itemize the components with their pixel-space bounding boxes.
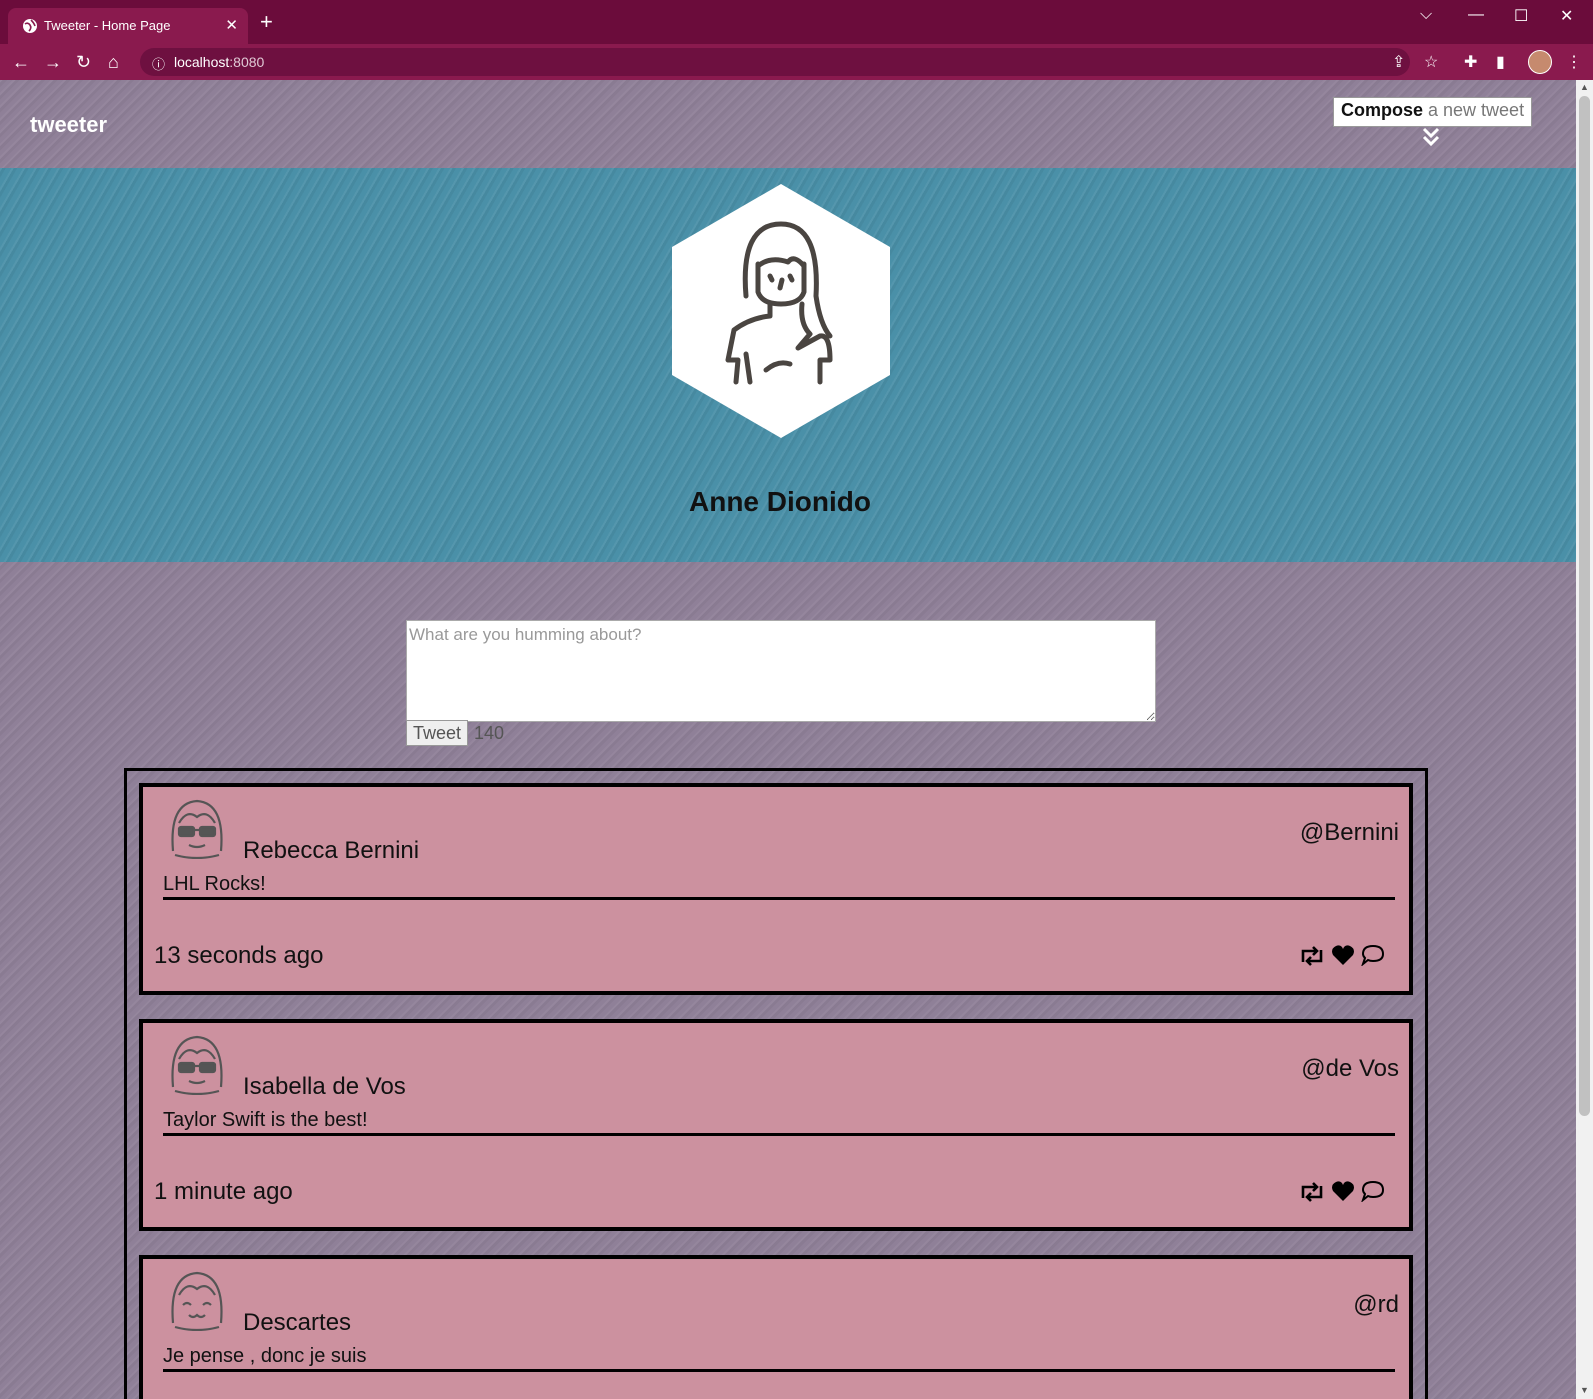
address-bar[interactable]: ⓘ localhost:8080 [140, 48, 1410, 76]
tweet-text-input[interactable] [406, 620, 1156, 722]
tweet-divider [163, 897, 1395, 900]
profile-avatar-hexagon [672, 184, 890, 438]
heart-icon[interactable] [1331, 1180, 1355, 1202]
tweet-timestamp: 1 minute ago [154, 1178, 293, 1205]
tab-search-icon[interactable]: ⌵ [1420, 6, 1432, 24]
forward-arrow-icon[interactable]: → [44, 52, 62, 72]
scroll-down-arrow-icon[interactable]: ▼ [1580, 1385, 1589, 1395]
smiling-girl-icon [171, 1271, 223, 1331]
maximize-icon[interactable]: ☐ [1514, 6, 1528, 26]
scrollbar-thumb[interactable] [1579, 96, 1590, 1116]
retweet-icon[interactable] [1299, 946, 1325, 966]
compose-label-rest: a new tweet [1423, 100, 1525, 120]
tweet-author-handle: @Bernini [1299, 819, 1399, 846]
tweet-divider [163, 1369, 1395, 1372]
tweet-card: Rebecca Bernini @Bernini LHL Rocks! 13 s… [139, 783, 1413, 995]
share-icon[interactable]: ⇪ [1392, 52, 1405, 72]
tweet-content: LHL Rocks! [163, 873, 266, 895]
comment-bubble-icon[interactable] [1361, 944, 1385, 966]
bookmark-star-icon[interactable]: ☆ [1424, 52, 1438, 72]
browser-tab-strip: Tweeter - Home Page ✕ + ⌵ — ☐ ✕ [0, 0, 1593, 44]
compose-button[interactable]: Compose a new tweet [1333, 97, 1533, 127]
profile-name: Anne Dionido [689, 486, 871, 517]
sunglasses-girl-icon [171, 799, 223, 859]
tweet-actions [1299, 1180, 1389, 1204]
page-content: tweeter Compose a new tweet Anne Dionido… [0, 80, 1576, 1399]
tweet-author-handle: @rd [1353, 1291, 1399, 1318]
profile-avatar-icon[interactable] [1528, 50, 1552, 74]
tweet-author-name: Descartes [243, 1309, 352, 1336]
tab-title: Tweeter - Home Page [44, 18, 171, 33]
side-panel-icon[interactable]: ▮ [1496, 52, 1505, 72]
comment-bubble-icon[interactable] [1361, 1180, 1385, 1202]
sunglasses-girl-icon [171, 1035, 223, 1095]
heart-icon[interactable] [1331, 944, 1355, 966]
retweet-icon[interactable] [1299, 1182, 1325, 1202]
tweet-timestamp: 13 seconds ago [154, 942, 324, 969]
tweet-content: Je pense , donc je suis [163, 1345, 367, 1367]
tweet-divider [163, 1133, 1395, 1136]
close-tab-icon[interactable]: ✕ [225, 16, 238, 34]
scroll-up-arrow-icon[interactable]: ▲ [1580, 82, 1589, 92]
tweet-card: Descartes @rd Je pense , donc je suis [139, 1255, 1413, 1399]
reload-icon[interactable]: ↻ [76, 52, 91, 72]
back-arrow-icon[interactable]: ← [12, 52, 30, 72]
brand-logo[interactable]: tweeter [30, 112, 107, 138]
tweet-author-name: Isabella de Vos [243, 1073, 406, 1100]
new-tab-button[interactable]: + [260, 11, 273, 33]
browser-toolbar: ← → ↻ ⌂ ⓘ localhost:8080 ⇪ ☆ ✚ ▮ ⋮ [0, 44, 1593, 80]
double-chevron-down-icon[interactable] [1421, 126, 1441, 148]
site-info-icon[interactable]: ⓘ [152, 54, 165, 73]
compose-label-bold: Compose [1341, 100, 1424, 120]
home-icon[interactable]: ⌂ [108, 52, 119, 72]
tweet-author-name: Rebecca Bernini [243, 837, 420, 864]
tweet-card: Isabella de Vos @de Vos Taylor Swift is … [139, 1019, 1413, 1231]
profile-header: Anne Dionido [0, 168, 1576, 562]
window-close-icon[interactable]: ✕ [1560, 6, 1573, 26]
minimize-icon[interactable]: — [1468, 6, 1484, 24]
menu-kebab-icon[interactable]: ⋮ [1566, 52, 1582, 72]
browser-tab[interactable]: Tweeter - Home Page ✕ [8, 8, 248, 44]
tweet-actions [1299, 944, 1389, 968]
page-scrollbar[interactable]: ▲ ▼ [1576, 80, 1593, 1399]
tweet-content: Taylor Swift is the best! [163, 1109, 368, 1131]
extensions-puzzle-icon[interactable]: ✚ [1464, 52, 1477, 72]
char-counter: 140 [474, 723, 505, 743]
globe-icon [23, 19, 37, 33]
url-text: localhost:8080 [174, 54, 265, 70]
new-tweet-form: Tweet 140 [406, 620, 1156, 746]
tweet-submit-button[interactable]: Tweet [406, 720, 469, 746]
top-navbar: tweeter Compose a new tweet [0, 80, 1576, 168]
tweet-author-handle: @de Vos [1301, 1055, 1399, 1082]
tweets-container: Rebecca Bernini @Bernini LHL Rocks! 13 s… [124, 768, 1428, 1399]
